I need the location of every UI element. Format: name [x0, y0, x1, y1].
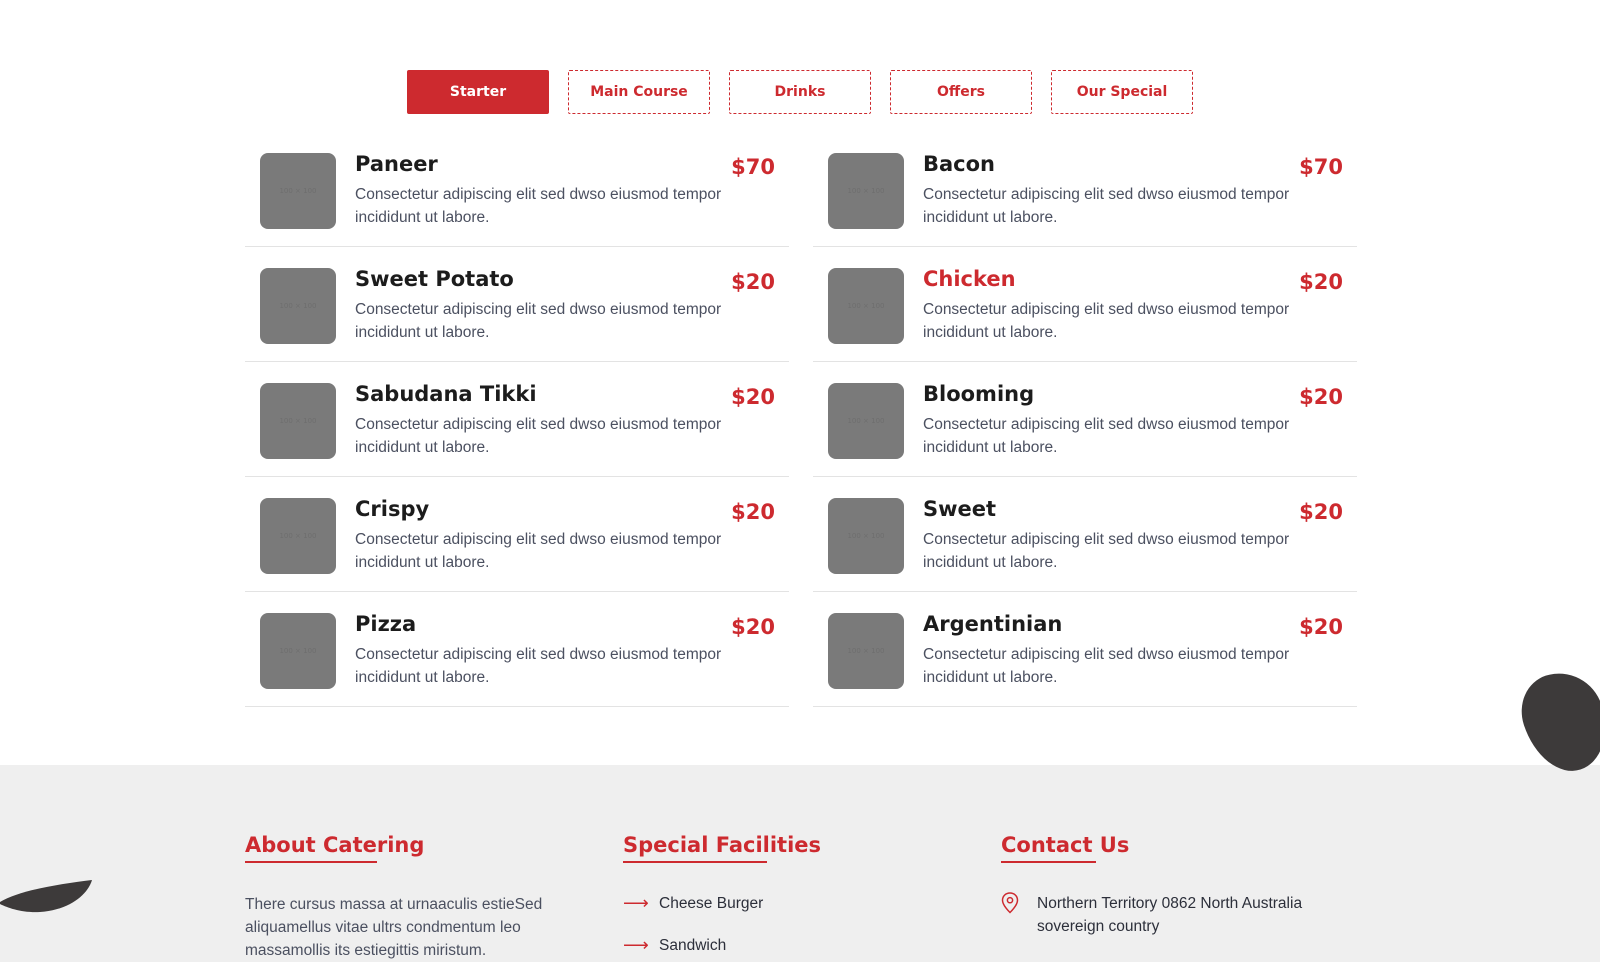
- tab-offers[interactable]: Offers: [890, 70, 1032, 114]
- menu-item-name: Pizza: [355, 612, 417, 636]
- right-arrow-icon: ⟶: [623, 893, 649, 913]
- menu-column-left: 100 × 100 Paneer Consectetur adipiscing …: [245, 132, 789, 707]
- menu-item-price: $20: [731, 385, 775, 409]
- footer-facilities-title: Special Facilities: [623, 833, 822, 857]
- image-placeholder-text: 100 × 100: [847, 532, 885, 540]
- menu-item-name: Paneer: [355, 152, 438, 176]
- decorative-blob: [1511, 662, 1600, 782]
- menu-tabs: Starter Main Course Drinks Offers Our Sp…: [407, 70, 1193, 114]
- menu-item-name: Argentinian: [923, 612, 1063, 636]
- tab-drinks[interactable]: Drinks: [729, 70, 871, 114]
- menu-item-image: 100 × 100: [260, 498, 336, 574]
- image-placeholder-text: 100 × 100: [279, 647, 317, 655]
- facility-label: Sandwich: [659, 936, 727, 954]
- menu-item[interactable]: 100 × 100 Crispy Consectetur adipiscing …: [245, 477, 789, 592]
- menu-item-price: $20: [1299, 500, 1343, 524]
- menu-item-image: 100 × 100: [828, 268, 904, 344]
- menu-item-price: $20: [731, 270, 775, 294]
- image-placeholder-text: 100 × 100: [847, 302, 885, 310]
- menu-item-price: $20: [1299, 615, 1343, 639]
- title-underline: [245, 861, 377, 863]
- menu-item-description: Consectetur adipiscing elit sed dwso eiu…: [923, 531, 1290, 571]
- footer-contact-title: Contact Us: [1001, 833, 1130, 857]
- menu-item-image: 100 × 100: [260, 613, 336, 689]
- menu-item[interactable]: 100 × 100 Sweet Potato Consectetur adipi…: [245, 247, 789, 362]
- menu-item[interactable]: 100 × 100 Argentinian Consectetur adipis…: [813, 592, 1357, 707]
- tab-our-special[interactable]: Our Special: [1051, 70, 1193, 114]
- menu-item[interactable]: 100 × 100 Sabudana Tikki Consectetur adi…: [245, 362, 789, 477]
- menu-item-name: Sabudana Tikki: [355, 382, 537, 406]
- menu-item-image: 100 × 100: [260, 268, 336, 344]
- menu-item-description: Consectetur adipiscing elit sed dwso eiu…: [923, 416, 1290, 456]
- footer-about: About Catering There cursus massa at urn…: [245, 833, 545, 962]
- footer: About Catering There cursus massa at urn…: [0, 765, 1600, 962]
- menu-item-description: Consectetur adipiscing elit sed dwso eiu…: [355, 416, 722, 456]
- menu-item[interactable]: 100 × 100 Pizza Consectetur adipiscing e…: [245, 592, 789, 707]
- map-pin-icon: [1001, 892, 1021, 938]
- image-placeholder-text: 100 × 100: [847, 647, 885, 655]
- footer-contact: Contact Us Northern Territory 0862 North…: [1001, 833, 1337, 938]
- tab-main-course[interactable]: Main Course: [568, 70, 710, 114]
- facilities-list: ⟶ Cheese Burger ⟶ Sandwich: [623, 892, 821, 957]
- title-underline: [1001, 861, 1096, 863]
- right-arrow-icon: ⟶: [623, 935, 649, 955]
- menu-item-price: $20: [731, 615, 775, 639]
- menu-item-image: 100 × 100: [828, 498, 904, 574]
- menu-item[interactable]: 100 × 100 Chicken Consectetur adipiscing…: [813, 247, 1357, 362]
- menu-column-right: 100 × 100 Bacon Consectetur adipiscing e…: [813, 132, 1357, 707]
- menu-item-image: 100 × 100: [828, 153, 904, 229]
- menu-item-price: $70: [731, 155, 775, 179]
- image-placeholder-text: 100 × 100: [279, 187, 317, 195]
- footer-facilities: Special Facilities ⟶ Cheese Burger ⟶ San…: [623, 833, 821, 962]
- image-placeholder-text: 100 × 100: [279, 417, 317, 425]
- contact-address-text: Northern Territory 0862 North Australia …: [1037, 895, 1303, 935]
- image-placeholder-text: 100 × 100: [279, 532, 317, 540]
- menu-item-name: Sweet Potato: [355, 267, 514, 291]
- menu-item[interactable]: 100 × 100 Bacon Consectetur adipiscing e…: [813, 132, 1357, 247]
- menu-item-description: Consectetur adipiscing elit sed dwso eiu…: [923, 646, 1290, 686]
- facility-link[interactable]: ⟶ Cheese Burger: [623, 892, 821, 915]
- menu-item-image: 100 × 100: [828, 383, 904, 459]
- menu-item-description: Consectetur adipiscing elit sed dwso eiu…: [355, 186, 722, 226]
- menu-list: 100 × 100 Paneer Consectetur adipiscing …: [245, 132, 1357, 707]
- menu-item-description: Consectetur adipiscing elit sed dwso eiu…: [355, 301, 722, 341]
- menu-item[interactable]: 100 × 100 Sweet Consectetur adipiscing e…: [813, 477, 1357, 592]
- menu-item-name: Chicken: [923, 267, 1016, 291]
- menu-item-name: Crispy: [355, 497, 430, 521]
- menu-item-description: Consectetur adipiscing elit sed dwso eiu…: [355, 531, 722, 571]
- image-placeholder-text: 100 × 100: [847, 187, 885, 195]
- menu-item[interactable]: 100 × 100 Paneer Consectetur adipiscing …: [245, 132, 789, 247]
- decorative-leaf-icon: [0, 880, 92, 913]
- menu-item-image: 100 × 100: [828, 613, 904, 689]
- contact-address: Northern Territory 0862 North Australia …: [1001, 892, 1337, 938]
- footer-about-text: There cursus massa at urnaaculis estieSe…: [245, 896, 543, 959]
- image-placeholder-text: 100 × 100: [847, 417, 885, 425]
- facility-link[interactable]: ⟶ Sandwich: [623, 934, 821, 957]
- menu-item-name: Bacon: [923, 152, 996, 176]
- menu-item-price: $20: [1299, 385, 1343, 409]
- menu-item-description: Consectetur adipiscing elit sed dwso eiu…: [355, 646, 722, 686]
- menu-item-description: Consectetur adipiscing elit sed dwso eiu…: [923, 186, 1290, 226]
- tab-starter[interactable]: Starter: [407, 70, 549, 114]
- title-underline: [623, 861, 767, 863]
- menu-item[interactable]: 100 × 100 Blooming Consectetur adipiscin…: [813, 362, 1357, 477]
- menu-item-description: Consectetur adipiscing elit sed dwso eiu…: [923, 301, 1290, 341]
- image-placeholder-text: 100 × 100: [279, 302, 317, 310]
- facility-label: Cheese Burger: [659, 894, 764, 912]
- menu-item-price: $20: [1299, 270, 1343, 294]
- menu-item-image: 100 × 100: [260, 383, 336, 459]
- menu-item-price: $70: [1299, 155, 1343, 179]
- footer-about-title: About Catering: [245, 833, 425, 857]
- menu-item-price: $20: [731, 500, 775, 524]
- menu-item-name: Sweet: [923, 497, 997, 521]
- menu-item-name: Blooming: [923, 382, 1035, 406]
- menu-item-image: 100 × 100: [260, 153, 336, 229]
